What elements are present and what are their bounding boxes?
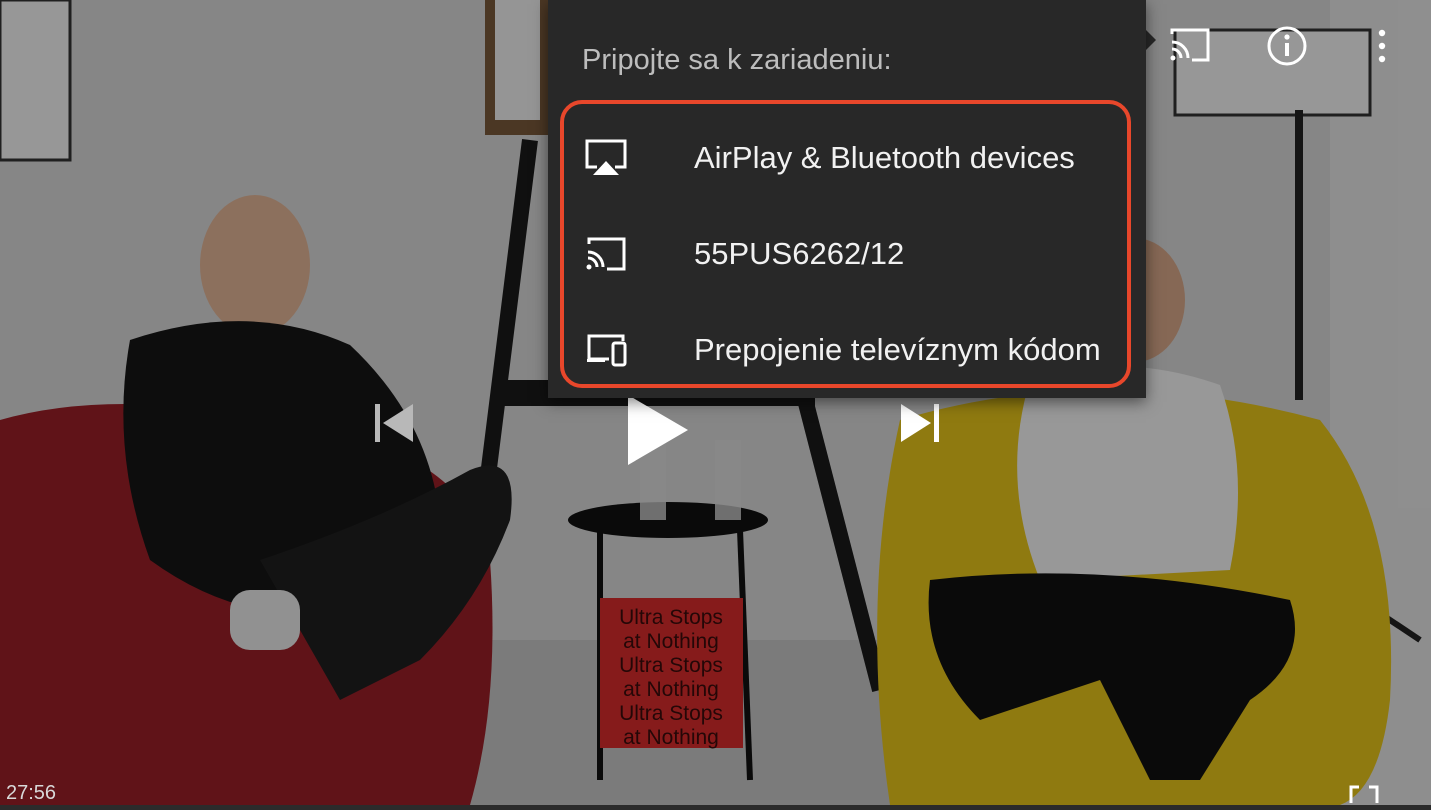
info-icon[interactable]: [1265, 24, 1309, 68]
device-item-tv[interactable]: 55PUS6262/12: [548, 206, 1146, 302]
cast-icon: [584, 234, 628, 274]
tv-code-icon: [584, 330, 628, 370]
fullscreen-icon[interactable]: [1349, 785, 1379, 805]
play-icon[interactable]: [620, 392, 694, 468]
device-item-tv-code[interactable]: Prepojenie televíznym kódom: [548, 302, 1146, 398]
device-label: Prepojenie televíznym kódom: [694, 332, 1101, 367]
airplay-icon: [584, 138, 628, 178]
device-item-airplay[interactable]: AirPlay & Bluetooth devices: [548, 110, 1146, 206]
device-label: AirPlay & Bluetooth devices: [694, 140, 1075, 175]
previous-icon[interactable]: [370, 400, 416, 446]
next-icon[interactable]: [898, 400, 944, 446]
current-time: 27:56: [6, 782, 57, 804]
device-label: 55PUS6262/12: [694, 236, 905, 271]
menu-title: Pripojte sa k zariadeniu:: [582, 44, 892, 76]
cast-icon[interactable]: [1168, 24, 1212, 68]
cast-device-menu: Pripojte sa k zariadeniu: AirPlay & Blue…: [548, 0, 1146, 398]
more-vert-icon[interactable]: [1360, 24, 1404, 68]
